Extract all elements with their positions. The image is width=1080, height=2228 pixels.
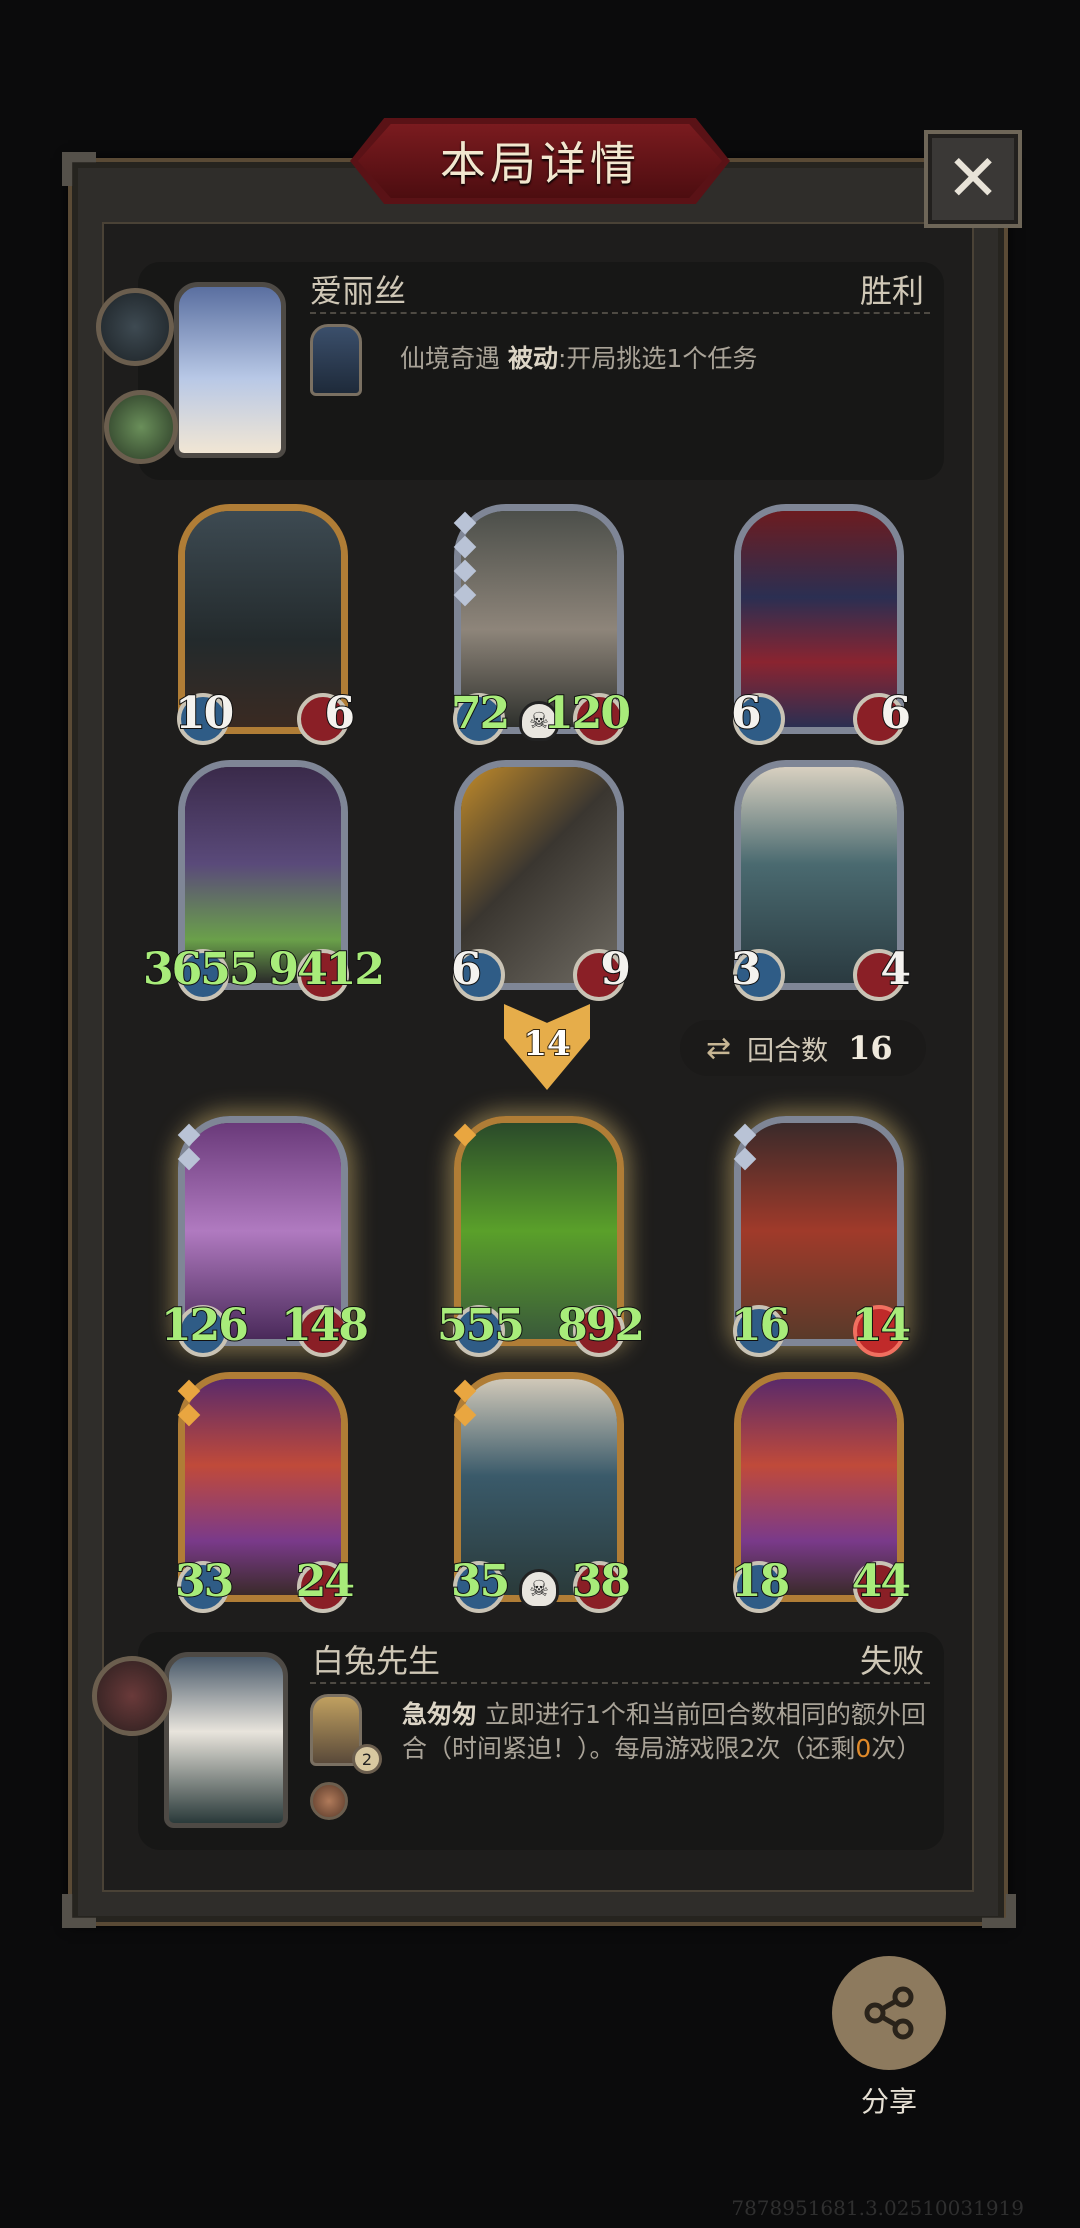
skill-desc: 立即进行1个和当前回合数相同的额外回 (484, 1700, 926, 1729)
coin-icon (310, 1782, 348, 1820)
pocket-watch-icon (92, 1656, 172, 1736)
unit-card[interactable]: 3 4 (730, 760, 912, 1001)
unit-attack: 16 (730, 1299, 791, 1352)
unit-attack: 3 (730, 943, 763, 996)
unit-health: 38 (571, 1555, 632, 1608)
unit-health: 6 (323, 687, 356, 740)
charge-counter: 2 (352, 1744, 382, 1774)
unit-card[interactable]: 3655 9412 (142, 760, 386, 1001)
unit-card[interactable]: 6 9 (450, 760, 632, 1001)
skill-type: 被动 (507, 344, 558, 373)
share-button[interactable] (832, 1956, 946, 2070)
unit-attack: 35 (450, 1555, 511, 1608)
round-label: 回合数 (747, 1035, 829, 1067)
round-counter: ⇄ 回合数 16 (680, 1020, 926, 1076)
player-name: 白兔先生 (312, 1642, 441, 1680)
unit-attack: 555 (436, 1299, 526, 1352)
unit-health: 6 (879, 687, 912, 740)
unit-card[interactable]: ☠ 72 120 (450, 504, 632, 745)
divider (310, 312, 930, 314)
skill-desc: 合（时间紧迫！）。每局游戏限2次（还剩 (402, 1734, 856, 1763)
unit-health: 892 (556, 1299, 646, 1352)
unit-attack: 72 (450, 687, 511, 740)
upgrade-gems (177, 1123, 201, 1175)
unit-card[interactable]: 33 24 (174, 1372, 356, 1613)
skill-name: 仙境奇遇 (400, 344, 501, 373)
share-label: 分享 (860, 2085, 917, 2118)
unit-attack: 126 (160, 1299, 250, 1352)
skull-icon: ☠ (519, 1569, 559, 1609)
divider (310, 1682, 930, 1684)
unit-health: 148 (280, 1299, 370, 1352)
close-icon: ✕ (946, 142, 1000, 216)
unit-card[interactable]: 10 6 (174, 504, 356, 745)
skill-description: 急匆匆 立即进行1个和当前回合数相同的额外回 合（时间紧迫！）。每局游戏限2次（… (402, 1698, 932, 1766)
unit-health: 24 (295, 1555, 356, 1608)
unit-attack: 3655 (142, 943, 260, 996)
skill-description: 仙境奇遇 被动:开局挑选1个任务 (400, 342, 757, 376)
unit-card[interactable]: 18 44 (730, 1372, 912, 1613)
unit-attack: 6 (450, 943, 483, 996)
upgrade-gems (453, 511, 477, 611)
player-name: 爱丽丝 (310, 272, 407, 310)
upgrade-gems (453, 1123, 477, 1151)
unit-health: 14 (851, 1299, 912, 1352)
page-title: 本局详情 (358, 124, 722, 198)
close-button[interactable]: ✕ (924, 130, 1022, 228)
unit-attack: 10 (174, 687, 235, 740)
unit-attack: 6 (730, 687, 763, 740)
unit-card[interactable]: ☠ 35 38 (450, 1372, 632, 1613)
unit-health: 4 (879, 943, 912, 996)
refresh-icon: ⇄ (706, 1030, 732, 1066)
pocket-watch-icon (96, 288, 174, 366)
unit-card[interactable]: 16 14 (730, 1116, 912, 1357)
upgrade-gems (733, 1123, 757, 1175)
round-value: 16 (848, 1029, 893, 1067)
unit-attack: 33 (174, 1555, 235, 1608)
skill-desc: :开局挑选1个任务 (557, 344, 758, 373)
unit-card[interactable]: 6 6 (730, 504, 912, 745)
unit-card[interactable]: 126 148 (160, 1116, 370, 1357)
match-result: 胜利 (859, 272, 924, 310)
unit-card[interactable]: 555 892 (436, 1116, 646, 1357)
skill-remaining: 0 (855, 1734, 872, 1763)
upgrade-gems (453, 1379, 477, 1431)
version-string: 7878951681.3.02510031919 (731, 2196, 1024, 2220)
skill-icon[interactable] (310, 324, 362, 396)
player-avatar-alice[interactable] (174, 282, 286, 458)
unit-health: 9 (599, 943, 632, 996)
pocket-watch-icon (104, 390, 178, 464)
unit-attack: 18 (730, 1555, 791, 1608)
share-icon (864, 1986, 914, 2040)
skill-name: 急匆匆 (402, 1700, 478, 1729)
player-avatar-white-rabbit[interactable] (164, 1652, 288, 1828)
upgrade-gems (177, 1379, 201, 1431)
unit-health: 44 (851, 1555, 912, 1608)
match-result: 失败 (859, 1642, 924, 1680)
tavern-tier: 14 (522, 1023, 571, 1065)
unit-health: 9412 (268, 943, 386, 996)
skill-desc: 次） (871, 1734, 922, 1763)
unit-health: 120 (542, 687, 632, 740)
